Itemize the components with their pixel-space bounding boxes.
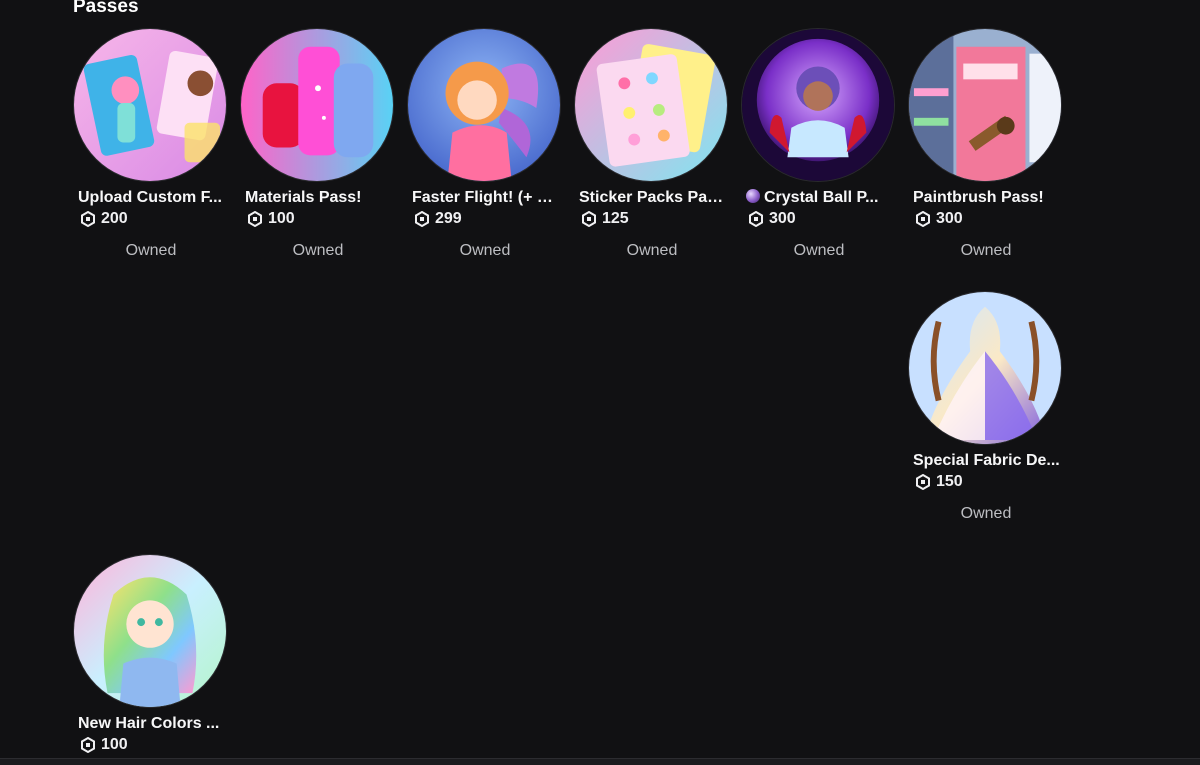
pass-thumbnail[interactable] <box>407 28 561 182</box>
pass-card-paintbrush[interactable]: Paintbrush Pass! 300 Owned <box>908 28 1064 261</box>
pass-status: Owned <box>125 242 177 259</box>
pass-card-special-fabric[interactable]: Special Fabric De... 150 Owned <box>908 291 1064 524</box>
pass-card-faster-flight[interactable]: Faster Flight! (+ C... 299 Owned <box>407 28 563 261</box>
pass-thumbnail[interactable] <box>73 28 227 182</box>
pass-price-value: 100 <box>101 736 128 753</box>
pass-price: 150 <box>915 472 1064 492</box>
pass-card-materials[interactable]: Materials Pass! 100 Owned <box>240 28 396 261</box>
robux-icon <box>582 211 596 227</box>
robux-icon <box>749 211 763 227</box>
pass-name[interactable]: New Hair Colors ... <box>78 714 226 734</box>
crystal-ball-icon <box>746 189 760 203</box>
pass-price-value: 300 <box>769 210 796 227</box>
pass-name-text: Crystal Ball P... <box>764 189 879 206</box>
pass-thumbnail[interactable] <box>741 28 895 182</box>
pass-card-sticker-packs[interactable]: Sticker Packs Pass! 125 Owned <box>574 28 730 261</box>
pass-price-value: 299 <box>435 210 462 227</box>
pass-price: 100 <box>247 209 396 229</box>
pass-name[interactable]: Faster Flight! (+ C... <box>412 188 560 208</box>
pass-name[interactable]: Upload Custom F... <box>78 188 226 208</box>
robux-icon <box>415 211 429 227</box>
pass-price: 100 <box>80 735 229 755</box>
bottom-divider <box>0 758 1200 765</box>
robux-icon <box>81 737 95 753</box>
robux-icon <box>916 211 930 227</box>
pass-price-value: 200 <box>101 210 128 227</box>
pass-status: Owned <box>960 505 1012 522</box>
pass-name[interactable]: Materials Pass! <box>245 188 393 208</box>
robux-icon <box>248 211 262 227</box>
pass-price-value: 150 <box>936 473 963 490</box>
pass-status: Owned <box>459 242 511 259</box>
pass-card-crystal-ball[interactable]: Crystal Ball P... 300 Owned <box>741 28 897 261</box>
pass-name[interactable]: Crystal Ball P... <box>746 188 894 208</box>
pass-name[interactable]: Paintbrush Pass! <box>913 188 1061 208</box>
pass-card-upload-custom[interactable]: Upload Custom F... 200 Owned <box>73 28 229 261</box>
pass-thumbnail[interactable] <box>908 291 1062 445</box>
pass-price: 300 <box>748 209 897 229</box>
robux-icon <box>81 211 95 227</box>
pass-thumbnail[interactable] <box>73 554 227 708</box>
section-title: Passes <box>73 0 139 17</box>
robux-icon <box>916 474 930 490</box>
pass-name[interactable]: Sticker Packs Pass! <box>579 188 727 208</box>
pass-price: 300 <box>915 209 1064 229</box>
pass-price: 200 <box>80 209 229 229</box>
pass-price-value: 125 <box>602 210 629 227</box>
pass-status: Owned <box>292 242 344 259</box>
pass-status: Owned <box>793 242 845 259</box>
pass-price-value: 100 <box>268 210 295 227</box>
pass-name[interactable]: Special Fabric De... <box>913 451 1061 471</box>
pass-thumbnail[interactable] <box>240 28 394 182</box>
pass-status: Owned <box>960 242 1012 259</box>
pass-thumbnail[interactable] <box>908 28 1062 182</box>
pass-card-new-hair-colors[interactable]: New Hair Colors ... 100 <box>73 554 229 755</box>
pass-price-value: 300 <box>936 210 963 227</box>
pass-price: 125 <box>581 209 730 229</box>
pass-status: Owned <box>626 242 678 259</box>
pass-thumbnail[interactable] <box>574 28 728 182</box>
pass-price: 299 <box>414 209 563 229</box>
